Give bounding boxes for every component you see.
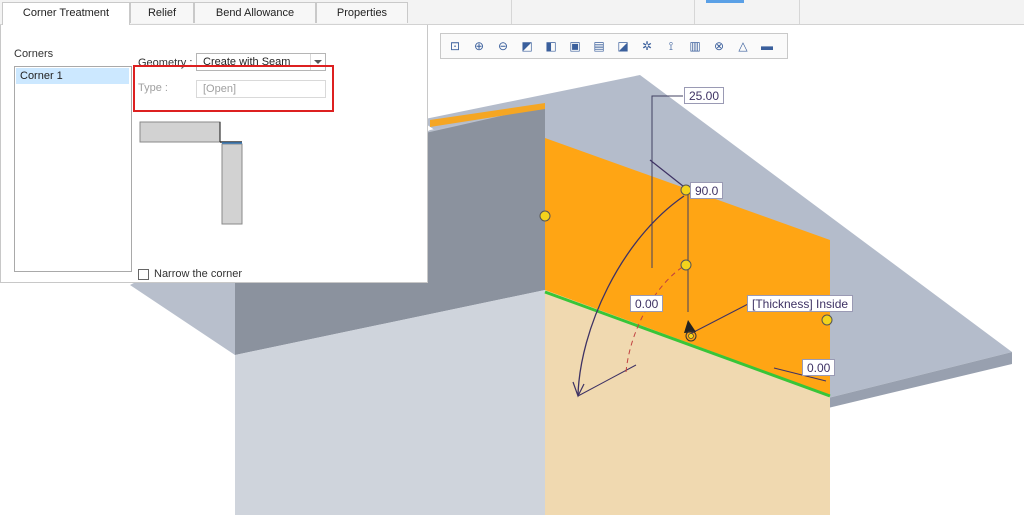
shaded-display-icon[interactable]: ◩ xyxy=(519,38,535,54)
zoom-out-icon[interactable]: ⊖ xyxy=(495,38,511,54)
axis-display-icon[interactable]: ⟟ xyxy=(663,38,679,54)
drag-handle[interactable] xyxy=(680,259,692,271)
corners-list[interactable]: Corner 1 xyxy=(14,66,132,272)
offset-dimension[interactable]: 0.00 xyxy=(630,295,664,312)
geometry-highlight xyxy=(133,65,334,112)
tab-bend-allowance[interactable]: Bend Allowance xyxy=(194,2,316,23)
zoom-window-icon[interactable]: ⊡ xyxy=(447,38,463,54)
narrow-corner-checkbox[interactable] xyxy=(138,269,149,280)
list-item-corner-1[interactable]: Corner 1 xyxy=(16,68,129,84)
tab-properties[interactable]: Properties xyxy=(316,2,408,23)
toolbar-divider xyxy=(511,0,512,24)
length-dimension[interactable]: 25.00 xyxy=(684,87,725,104)
drag-handle[interactable] xyxy=(821,314,833,326)
appearance-icon[interactable]: △ xyxy=(735,38,751,54)
tab-corner-treatment[interactable]: Corner Treatment xyxy=(2,2,130,25)
datum-display-icon[interactable]: ✲ xyxy=(639,38,655,54)
preview-flange-horizontal xyxy=(139,121,221,143)
saved-views-icon[interactable]: ▣ xyxy=(567,38,583,54)
thickness-dimension[interactable]: [Thickness] Inside xyxy=(747,295,854,312)
offset-dimension-2[interactable]: 0.00 xyxy=(802,359,836,376)
section-icon[interactable]: ◪ xyxy=(615,38,631,54)
angle-dimension[interactable]: 90.0 xyxy=(690,182,724,199)
spin-center-icon[interactable]: ⊗ xyxy=(711,38,727,54)
annotation-display-icon[interactable]: ▥ xyxy=(687,38,703,54)
toolbar-divider xyxy=(694,0,695,24)
tab-relief[interactable]: Relief xyxy=(130,2,194,23)
view-orientation-icon[interactable]: ◧ xyxy=(543,38,559,54)
corner-preview xyxy=(139,121,243,225)
render-icon[interactable]: ▬ xyxy=(759,38,775,54)
display-style-icon[interactable]: ▤ xyxy=(591,38,607,54)
active-indicator xyxy=(706,0,744,3)
zoom-in-icon[interactable]: ⊕ xyxy=(471,38,487,54)
toolbar-divider xyxy=(799,0,800,24)
feature-tab-bar: Corner Treatment Relief Bend Allowance P… xyxy=(0,0,1024,25)
graphics-toolbar: ⊡ ⊕ ⊖ ◩ ◧ ▣ ▤ ◪ ✲ ⟟ ▥ ⊗ △ ▬ xyxy=(440,33,788,59)
flip-direction-handle-center xyxy=(688,333,694,339)
drag-handle[interactable] xyxy=(539,210,551,222)
narrow-corner-label: Narrow the corner xyxy=(154,268,243,280)
preview-flange-vertical xyxy=(221,143,243,225)
corners-label: Corners xyxy=(14,48,54,60)
corner-treatment-panel: Corners Corner 1 Geometry : Create with … xyxy=(0,25,428,283)
